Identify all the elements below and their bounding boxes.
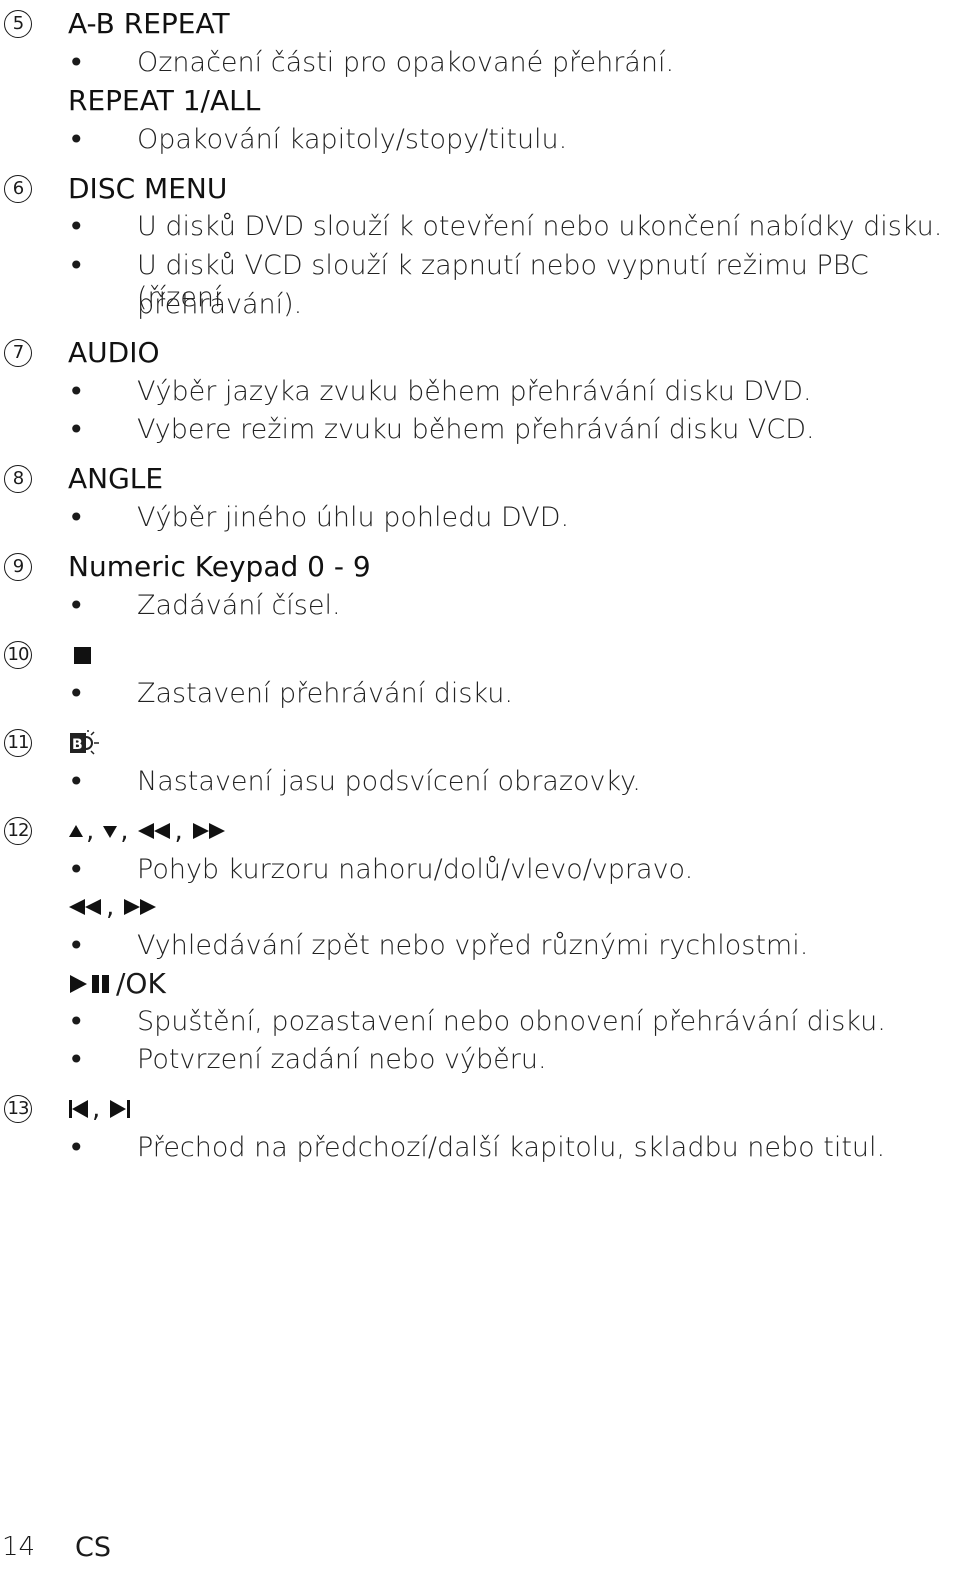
skip-symbols: ,	[68, 1093, 132, 1125]
list-item: Zadávání čísel.	[137, 590, 341, 621]
item-number-13: 13	[4, 1095, 32, 1123]
play-pause-icon	[70, 975, 109, 993]
up-icon	[69, 825, 83, 837]
ok-label: /OK	[116, 967, 166, 1000]
item-number-12: 12	[4, 817, 32, 845]
list-item: Vybere režim zvuku během přehrávání disk…	[137, 414, 815, 445]
bullet: •	[68, 765, 85, 798]
fast-forward-icon	[124, 899, 157, 915]
list-item: Potvrzení zadání nebo výběru.	[137, 1044, 547, 1075]
item-number-5: 5	[4, 10, 32, 38]
fast-forward-icon	[192, 823, 225, 839]
list-item: Výběr jazyka zvuku během přehrávání disk…	[137, 376, 812, 407]
item-number-11: 11	[4, 729, 32, 757]
list-item: Označení části pro opakované přehrání.	[137, 47, 675, 78]
seek-symbols: ,	[68, 891, 158, 923]
stop-icon	[74, 647, 91, 664]
list-item: U disků DVD slouží k otevření nebo ukonč…	[137, 211, 943, 242]
bullet: •	[68, 46, 85, 79]
list-item-continuation: přehrávání).	[137, 289, 303, 320]
stop-symbol	[68, 639, 92, 671]
list-item: Pohyb kurzoru nahoru/dolů/vlevo/vpravo.	[137, 854, 694, 885]
list-item: Opakování kapitoly/stopy/titulu.	[137, 124, 568, 155]
svg-text:B: B	[72, 737, 83, 753]
item-number-8: 8	[4, 465, 32, 493]
bullet: •	[68, 677, 85, 710]
page-number: 14	[2, 1532, 36, 1562]
bullet: •	[68, 853, 85, 886]
list-item: Výběr jiného úhlu pohledu DVD.	[137, 502, 570, 533]
bullet: •	[68, 210, 85, 243]
play-pause-ok-symbol: /OK	[68, 968, 166, 1000]
bullet: •	[68, 929, 85, 962]
rewind-icon	[137, 823, 170, 839]
bullet: •	[68, 589, 85, 622]
bullet: •	[68, 1131, 85, 1164]
list-item: Spuštění, pozastavení nebo obnovení přeh…	[137, 1006, 886, 1037]
bullet: •	[68, 1043, 85, 1076]
heading-audio: AUDIO	[68, 336, 160, 369]
list-item: Vyhledávání zpět nebo vpřed různými rych…	[137, 930, 809, 961]
list-item: Nastavení jasu podsvícení obrazovky.	[137, 766, 641, 797]
item-number-9: 9	[4, 553, 32, 581]
item-number-10: 10	[4, 641, 32, 669]
list-item: Přechod na předchozí/další kapitolu, skl…	[137, 1132, 886, 1163]
heading-numeric-keypad: Numeric Keypad 0 - 9	[68, 550, 371, 583]
down-icon	[103, 826, 118, 838]
heading-ab-repeat: A-B REPEAT	[68, 7, 230, 40]
item-number-7: 7	[4, 339, 32, 367]
bullet: •	[68, 123, 85, 156]
backlight-symbol: B	[68, 727, 104, 759]
bullet: •	[68, 249, 85, 282]
language-code: CS	[75, 1532, 111, 1563]
bullet: •	[68, 413, 85, 446]
heading-disc-menu: DISC MENU	[68, 172, 228, 205]
rewind-icon	[69, 899, 101, 915]
heading-repeat-1-all: REPEAT 1/ALL	[68, 84, 261, 117]
navigation-symbols: , , ,	[68, 815, 227, 847]
backlight-brightness-icon: B	[70, 730, 99, 755]
bullet: •	[68, 501, 85, 534]
previous-icon	[69, 1100, 88, 1118]
bullet: •	[68, 375, 85, 408]
next-icon	[110, 1100, 131, 1118]
bullet: •	[68, 1005, 85, 1038]
item-number-6: 6	[4, 175, 32, 203]
list-item: Zastavení přehrávání disku.	[137, 678, 513, 709]
heading-angle: ANGLE	[68, 462, 164, 495]
